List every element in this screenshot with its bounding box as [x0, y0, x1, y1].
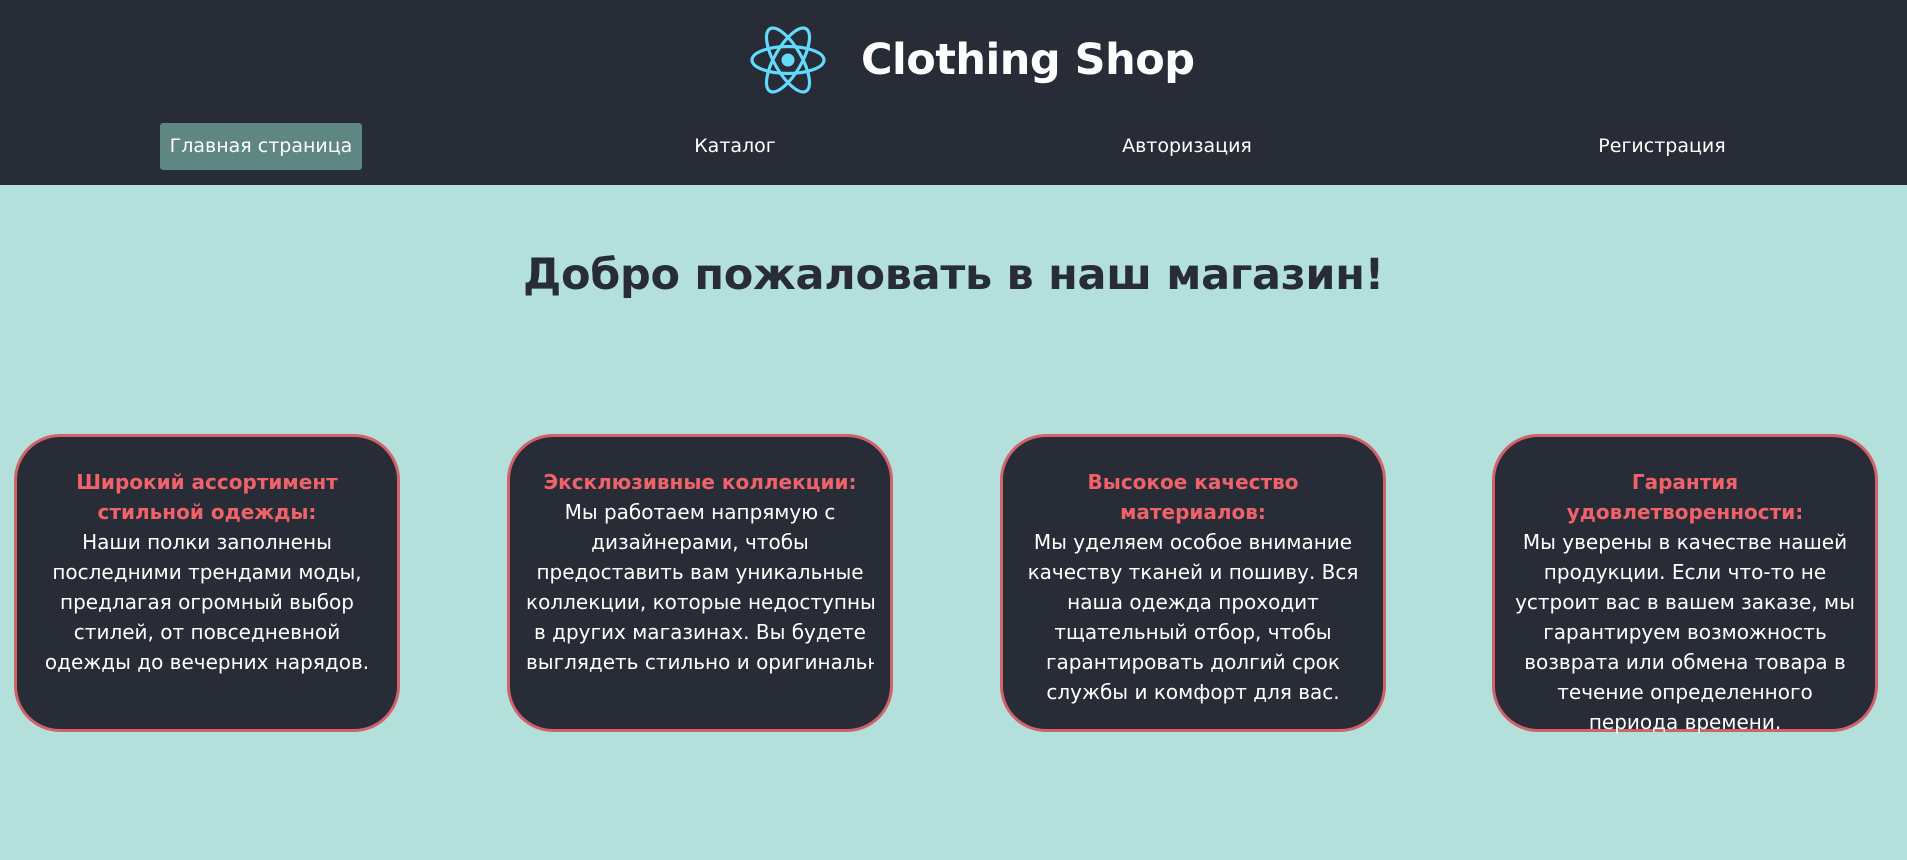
card-title: Гарантия удовлетворенности: [1566, 470, 1804, 524]
feature-card-assortment: Широкий ассортимент стильной одежды: Наш… [14, 434, 400, 732]
site-title: Clothing Shop [861, 35, 1195, 85]
react-atom-icon[interactable] [748, 22, 828, 98]
card-text-line: коллекции, которые недоступны [526, 590, 874, 614]
nav-register[interactable]: Регистрация [1562, 123, 1762, 170]
nav-login[interactable]: Авторизация [1087, 123, 1287, 170]
site-header: Clothing Shop Главная страница Каталог А… [0, 0, 1907, 185]
card-text-line: в других магазинах. Вы будете [534, 620, 866, 644]
feature-card-guarantee: Гарантия удовлетворенности: Мы уверены в… [1492, 434, 1878, 734]
card-title: Высокое качество материалов: [1087, 470, 1299, 524]
main-nav: Главная страница Каталог Авторизация Рег… [0, 123, 1907, 170]
nav-catalog[interactable]: Каталог [635, 123, 835, 170]
card-text-line: Мы работаем напрямую с [564, 500, 836, 524]
card-text: Наши полки заполнены последними трендами… [44, 530, 370, 674]
page-title: Добро пожаловать в наш магазин! [523, 250, 1384, 300]
nav-home[interactable]: Главная страница [160, 123, 362, 170]
card-text: Мы уверены в качестве нашей продукции. Е… [1515, 530, 1855, 734]
card-title: Широкий ассортимент стильной одежды: [76, 470, 338, 524]
feature-card-exclusive: Эксклюзивные коллекции: Мы работаем напр… [507, 434, 893, 732]
card-text-line: дизайнерами, чтобы [591, 530, 809, 554]
card-title: Эксклюзивные коллекции: [543, 470, 857, 494]
card-text-line: предоставить вам уникальные [536, 560, 864, 584]
feature-card-quality: Высокое качество материалов: Мы уделяем … [1000, 434, 1386, 732]
card-text-line: выглядеть стильно и оригинальн [526, 650, 874, 674]
card-text: Мы уделяем особое внимание качеству ткан… [1027, 530, 1359, 704]
brand: Clothing Shop [748, 22, 1195, 98]
